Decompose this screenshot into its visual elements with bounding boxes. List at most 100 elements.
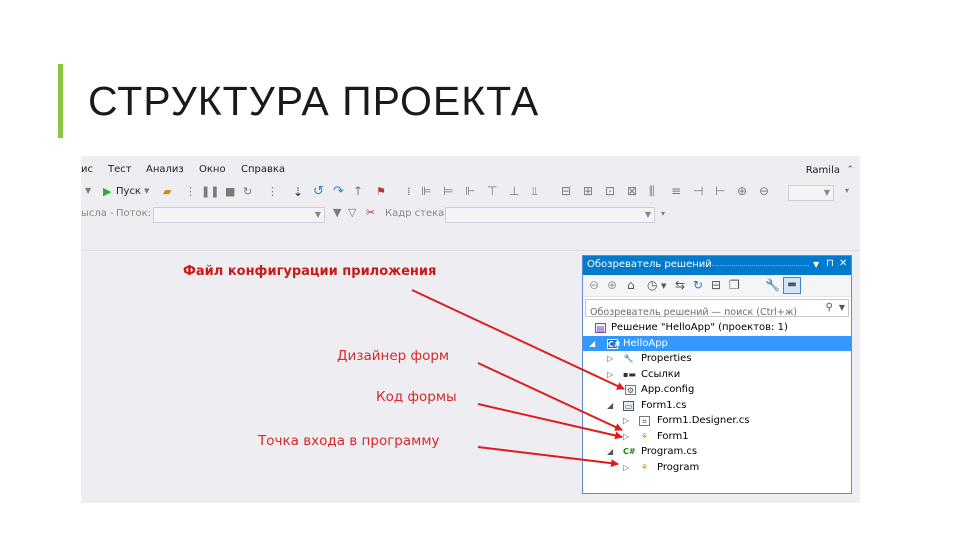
diagnostics-icon[interactable]: ▰ [163,186,171,197]
zoom-combo[interactable]: ▼ [788,185,834,201]
align-middle-icon[interactable]: ⊥ [509,185,519,197]
run-caret-icon[interactable]: ▼ [144,188,149,195]
search-icon[interactable]: ⚲ [826,302,833,313]
solution-explorer-title: Обозреватель решений [587,259,712,270]
solution-explorer-panel: Обозреватель решений ▼ ⊓ ✕ ⊖ ⊕ ⌂ ◷ ▼ ⇆ ↻… [582,255,852,494]
debug-location-toolbar: ысла - Поток: ▼ ▼ ▽ ✂ Кадр стека: ▼ ▾ [81,204,860,226]
size-to-grid-icon[interactable]: ⊡ [605,185,615,197]
pause-icon[interactable]: ❚❚ [201,186,219,197]
toolbar2-overflow-icon[interactable]: ▾ [661,210,665,218]
tree-item-solution[interactable]: ▤ Решение "HelloApp" (проектов: 1) [583,320,851,336]
search-options-caret-icon[interactable]: ▼ [839,303,845,312]
collapse-all-icon[interactable]: ⊟ [711,279,721,291]
run-button[interactable]: Пуск [116,186,141,197]
back-arrow-icon[interactable]: ⊖ [589,279,599,291]
step-out-icon[interactable]: ↑ [353,185,363,197]
thread-combo[interactable]: ▼ [153,207,325,223]
make-same-width-icon[interactable]: ⊟ [561,185,571,197]
annotation-designer: Дизайнер форм [337,348,450,364]
stack-frame-combo[interactable]: ▼ [445,207,655,223]
dropdown-caret-icon[interactable]: ▼ [85,187,91,195]
collapsed-triangle-icon[interactable]: ▷ [623,460,633,476]
filter-icon[interactable]: ▼ [333,207,341,218]
collapsed-triangle-icon[interactable]: ▷ [623,429,633,445]
align-center-icon[interactable]: ⊨ [443,185,453,197]
class-icon: ⚘ [640,462,649,472]
show-next-statement-icon[interactable]: ⇣ [293,186,303,198]
align-top-icon[interactable]: ⊤ [487,185,497,197]
align-bottom-icon[interactable]: ⫫ [531,185,538,197]
history-caret-icon[interactable]: ▼ [661,283,666,290]
tree-item-project[interactable]: ◢ C# HelloApp [583,335,851,352]
collapsed-triangle-icon[interactable]: ▷ [623,413,633,429]
menu-item-window[interactable]: Окно [199,164,226,175]
menu-item-test[interactable]: Тест [108,164,132,175]
restart-icon[interactable]: ↻ [243,186,252,197]
copy-icon[interactable]: ❐ [729,279,740,291]
history-icon[interactable]: ◷ [647,279,657,291]
tree-item-form1-class[interactable]: ▷ ⚘ Form1 [583,429,851,445]
make-same-size-icon[interactable]: ⊠ [627,185,637,197]
expanded-triangle-icon[interactable]: ◢ [607,444,617,460]
align-right-icon[interactable]: ⊩ [465,185,475,197]
zoom-icon[interactable]: ⊕ [737,185,747,197]
config-file-icon: ⚙ [625,385,636,395]
center-vertically-icon[interactable]: ⊢ [715,185,725,197]
preview-icon[interactable]: ▬ [783,277,801,294]
home-icon[interactable]: ⌂ [627,279,635,291]
collapsed-triangle-icon[interactable]: ▷ [607,367,617,383]
flag-icon[interactable]: ▽ [348,207,356,218]
forward-arrow-icon[interactable]: ⊕ [607,279,617,291]
thread-label: Поток: [116,208,151,219]
align-left-icon[interactable]: ⊫ [421,185,431,197]
solution-search-box: ⚲ ▼ [585,299,849,321]
account-caret-icon[interactable]: ⌃ [846,165,854,175]
refresh-icon[interactable]: ↻ [693,279,703,291]
zoom-out-icon[interactable]: ⊖ [759,185,769,197]
toolbar-overflow-icon[interactable]: ▾ [845,187,849,195]
solution-icon: ▤ [595,323,606,333]
hex-display-icon[interactable]: ⚑ [376,186,386,197]
center-horizontally-icon[interactable]: ⊣ [693,185,703,197]
horizontal-spacing-icon[interactable]: ⫼ [649,185,655,197]
stop-icon[interactable]: ■ [225,186,235,197]
collapsed-triangle-icon[interactable]: ▷ [607,351,617,367]
toolbar-separator-icon-2: ⋮ [267,185,278,198]
form-icon: ▭ [623,400,634,411]
vertical-spacing-icon[interactable]: ≡ [671,185,681,197]
toggle-threads-icon[interactable]: ✂ [366,207,375,218]
expanded-triangle-icon[interactable]: ◢ [607,398,617,414]
tree-item-program-cs[interactable]: ◢ C# Program.cs [583,444,851,460]
tree-item-properties[interactable]: ▷ 🔧 Properties [583,351,851,367]
pin-icon[interactable]: ⊓ [826,259,834,269]
tree-item-app-config[interactable]: ⚙ App.config [583,382,851,398]
designer-file-icon: ⌗ [639,416,650,426]
annotation-entry: Точка входа в программу [258,433,440,449]
debug-toolbar: ▼ ▶ Пуск ▼ ▰ ⋮ ❚❚ ■ ↻ ⋮ ⇣ ↺ ↷ ↑ ⚑ ⁞ ⊫ ⊨ … [81,182,860,204]
window-position-icon[interactable]: ▼ [813,261,819,269]
make-same-height-icon[interactable]: ⊞ [583,185,593,197]
account-name[interactable]: Ramila [806,165,840,176]
tree-item-references[interactable]: ▷ ▪▬ Ссылки [583,367,851,383]
menu-item-analyze[interactable]: Анализ [146,164,184,175]
step-over-icon[interactable]: ↷ [333,185,344,198]
menu-bar: ис Тест Анализ Окно Справка Ramila ⌃ [81,156,860,182]
title-accent-bar [58,64,63,138]
annotation-code: Код формы [376,389,457,405]
play-icon[interactable]: ▶ [103,186,111,197]
solution-search-input[interactable] [586,304,821,321]
csharp-file-icon: C# [623,447,636,456]
menu-item-help[interactable]: Справка [241,164,285,175]
annotation-config: Файл конфигурации приложения [183,264,437,279]
menu-item-tools[interactable]: ис [81,164,93,175]
close-icon[interactable]: ✕ [839,259,847,269]
titlebar-grip[interactable] [709,265,809,267]
tree-item-form1-designer[interactable]: ▷ ⌗ Form1.Designer.cs [583,413,851,429]
sync-icon[interactable]: ⇆ [675,279,685,291]
tree-item-form1-cs[interactable]: ◢ ▭ Form1.cs [583,398,851,414]
wrench-icon[interactable]: 🔧 [765,279,780,291]
tree-item-program-class[interactable]: ▷ ⚘ Program [583,460,851,476]
step-into-icon[interactable]: ↺ [313,185,324,198]
expanded-triangle-icon[interactable]: ◢ [589,336,599,352]
solution-explorer-titlebar: Обозреватель решений ▼ ⊓ ✕ [583,256,851,275]
